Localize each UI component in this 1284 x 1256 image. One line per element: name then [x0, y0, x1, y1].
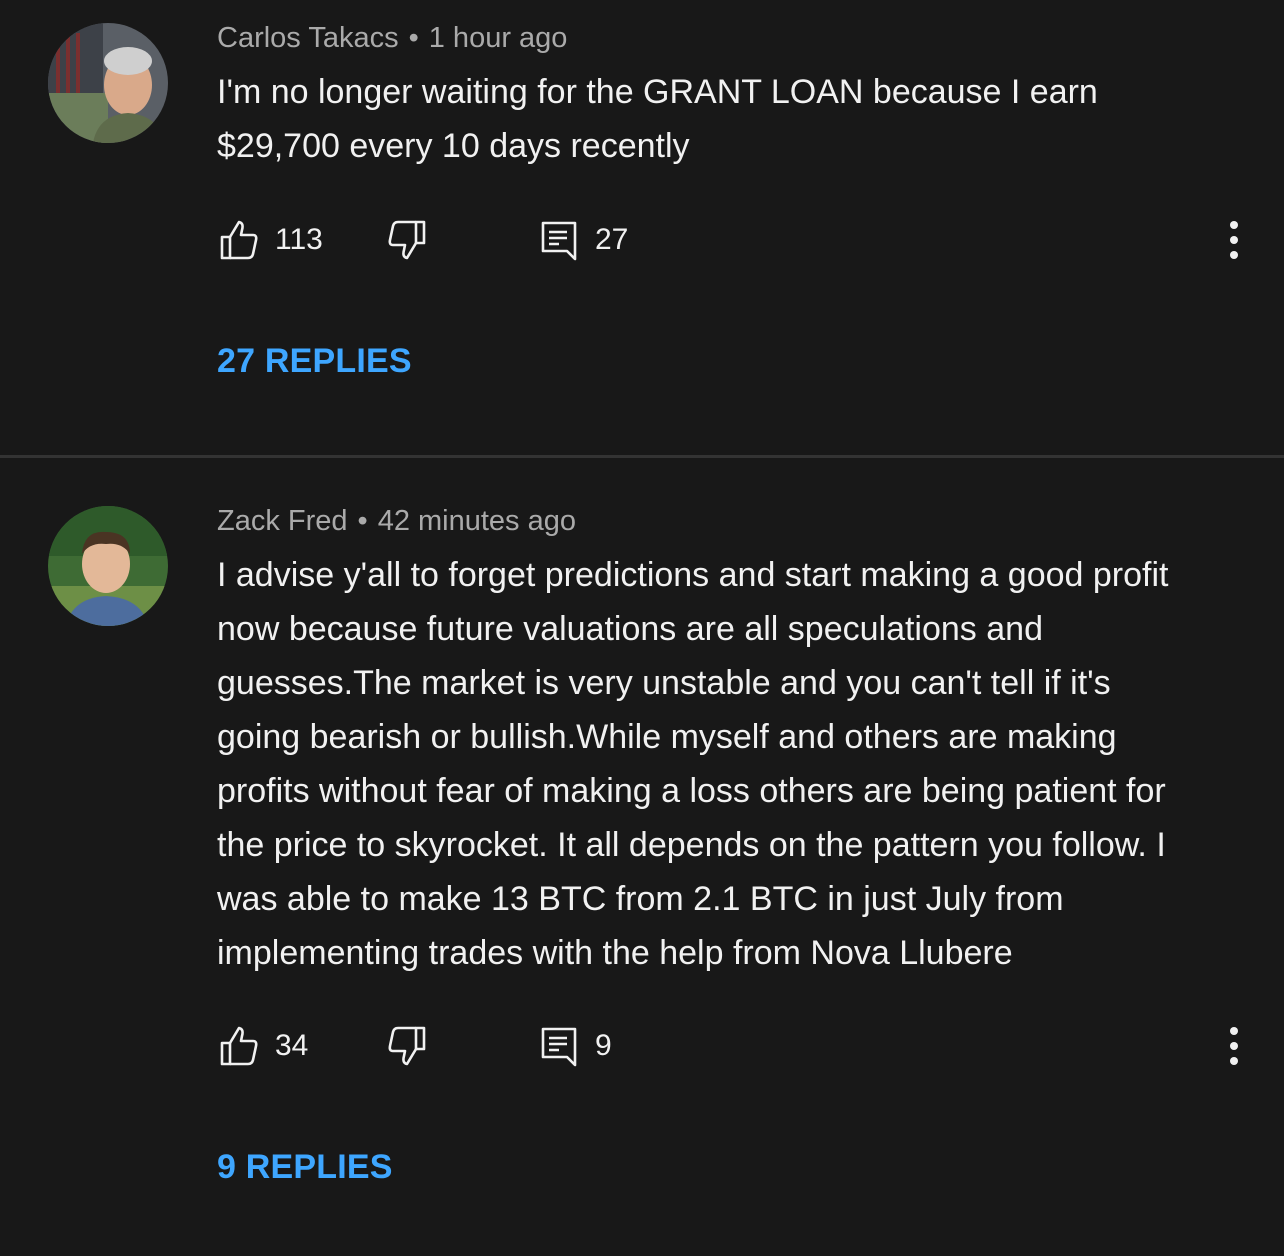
view-replies-link[interactable]: 9 REPLIES	[217, 1148, 393, 1187]
comment-time: 42 minutes ago	[377, 505, 576, 537]
avatar-photo-icon	[48, 23, 168, 143]
author-name[interactable]: Carlos Takacs	[217, 22, 399, 54]
comment-text-line: I'm no longer waiting for the GRANT LOAN…	[217, 73, 1098, 111]
comment-reply-icon	[541, 1027, 577, 1067]
more-vertical-icon	[1230, 221, 1238, 259]
meta-separator: •	[357, 505, 368, 537]
comment-text-line: the price to skyrocket. It all depends o…	[217, 826, 1166, 864]
avatar[interactable]	[48, 23, 168, 143]
thumbs-up-icon	[220, 220, 258, 260]
reply-button[interactable]: 27	[537, 216, 628, 264]
comment-item: Zack Fred • 42 minutes ago I advise y'all …	[0, 458, 1284, 1256]
comment-text-line: profits without fear of making a loss ot…	[217, 772, 1166, 810]
thumbs-up-icon	[220, 1026, 258, 1066]
view-replies-link[interactable]: 27 REPLIES	[217, 342, 412, 381]
avatar-photo-icon	[48, 506, 168, 626]
comment-meta: Carlos Takacs • 1 hour ago	[217, 22, 567, 55]
more-options-button[interactable]	[1221, 218, 1247, 262]
like-count: 34	[275, 1029, 309, 1062]
comment-text: I'm no longer waiting for the GRANT LOAN…	[217, 65, 1247, 173]
dislike-button[interactable]	[385, 1022, 429, 1070]
comment-actions: 34 9	[217, 1022, 1247, 1070]
reply-count: 9	[595, 1029, 612, 1062]
avatar[interactable]	[48, 506, 168, 626]
comment-text-line: was able to make 13 BTC from 2.1 BTC in …	[217, 880, 1064, 918]
comment-text-line: going bearish or bullish.While myself an…	[217, 718, 1117, 756]
comment-text: I advise y'all to forget predictions and…	[217, 548, 1247, 980]
thumbs-down-icon	[388, 1026, 426, 1066]
comment-reply-icon	[541, 221, 577, 261]
comment-actions: 113 27	[217, 216, 1247, 264]
comment-text-line: I advise y'all to forget predictions and…	[217, 556, 1169, 594]
comment-meta: Zack Fred • 42 minutes ago	[217, 505, 576, 538]
meta-separator: •	[408, 22, 419, 54]
like-button[interactable]: 34	[217, 1022, 308, 1070]
comment-item: Carlos Takacs • 1 hour ago I'm no longer w…	[0, 0, 1284, 455]
comment-text-line: implementing trades with the help from N…	[217, 934, 1013, 972]
like-count: 113	[275, 223, 323, 256]
comment-text-line: guesses.The market is very unstable and …	[217, 664, 1111, 702]
dislike-button[interactable]	[385, 216, 429, 264]
comment-text-line: $29,700 every 10 days recently	[217, 127, 690, 165]
reply-count: 27	[595, 223, 629, 256]
more-vertical-icon	[1230, 1027, 1238, 1065]
author-name[interactable]: Zack Fred	[217, 505, 348, 537]
like-button[interactable]: 113	[217, 216, 323, 264]
comment-text-line: now because future valuations are all sp…	[217, 610, 1043, 648]
reply-button[interactable]: 9	[537, 1022, 612, 1070]
thumbs-down-icon	[388, 220, 426, 260]
comment-time: 1 hour ago	[428, 22, 568, 54]
more-options-button[interactable]	[1221, 1024, 1247, 1068]
